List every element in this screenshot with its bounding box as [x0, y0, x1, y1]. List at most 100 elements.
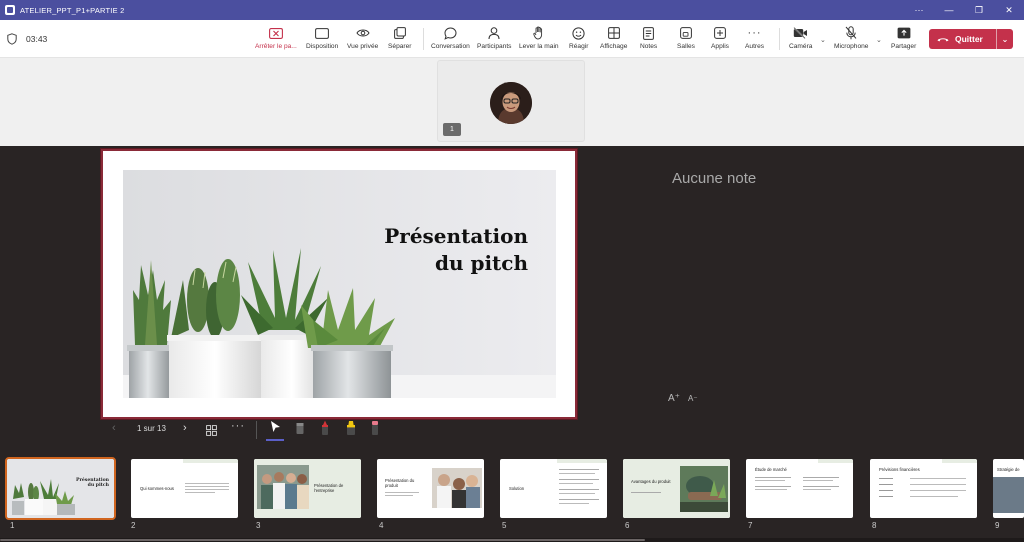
increase-font-button[interactable]: A⁺	[668, 393, 680, 404]
quit-meeting-button[interactable]: Quitter ⌄	[929, 29, 1013, 49]
camera-options-chevron-icon[interactable]: ⌄	[820, 36, 826, 44]
toolbar-separator	[256, 421, 257, 439]
thumbnail-number: 7	[748, 521, 753, 530]
team-photo-image	[257, 465, 309, 509]
laser-pointer-tool[interactable]	[270, 420, 281, 438]
window-close-button[interactable]: ✕	[994, 0, 1024, 20]
thumbnail-number: 8	[872, 521, 877, 530]
thumbnail-title: Solution	[509, 486, 525, 491]
separate-button[interactable]: Séparer	[388, 25, 411, 55]
red-pen-tool[interactable]	[320, 420, 330, 441]
rooms-icon	[680, 27, 692, 39]
slide-thumbnail-8[interactable]: Prévisions financières	[870, 459, 977, 518]
decrease-font-button[interactable]: A⁻	[688, 394, 698, 403]
window-restore-button[interactable]: ❐	[964, 0, 994, 20]
title-bar: ATELIER_PPT_P1+PARTIE 2 ··· — ❐ ✕	[0, 0, 1024, 20]
view-button[interactable]: Affichage	[600, 25, 627, 55]
pink-eraser-tool[interactable]	[370, 420, 380, 441]
slide-thumbnail-9[interactable]: Stratégie de	[993, 459, 1024, 518]
participant-count-badge: 1	[443, 123, 461, 136]
window-more-button[interactable]: ···	[904, 0, 934, 20]
meeting-timer: 03:43	[26, 34, 48, 44]
previous-slide-button[interactable]: ‹	[112, 422, 116, 434]
layout-button[interactable]: Disposition	[306, 25, 338, 55]
slide-thumbnail-6[interactable]: Avantages du produit	[623, 459, 730, 518]
thumbnail-title: Qui sommes-nous	[140, 486, 174, 491]
red-pen-icon	[322, 420, 328, 435]
chat-button[interactable]: Conversation	[431, 25, 470, 55]
window-minimize-button[interactable]: —	[934, 0, 964, 20]
thumbnail-title: Présentation de l'entreprise	[314, 483, 344, 493]
smiley-icon	[572, 26, 585, 40]
slide-thumbnail-4[interactable]: Présentation du produit	[377, 459, 484, 518]
stop-share-icon	[268, 27, 283, 39]
slide-counter: 1 sur 13	[137, 424, 166, 433]
notes-button[interactable]: Notes	[640, 25, 657, 55]
thumbnail-number: 4	[379, 521, 384, 530]
teams-logo-icon	[5, 5, 15, 15]
next-slide-button[interactable]: ›	[183, 422, 187, 434]
phone-hangup-icon	[937, 38, 949, 42]
stop-presenting-button[interactable]: Arrêter le pa...	[255, 25, 297, 55]
slide-more-options-button[interactable]: ···	[231, 420, 245, 432]
eraser-icon	[296, 423, 304, 434]
share-button[interactable]: Partager	[891, 25, 916, 55]
quit-label: Quitter	[955, 34, 983, 44]
slide-thumbnail-2[interactable]: Qui sommes-nous	[131, 459, 238, 518]
chat-icon	[444, 26, 457, 40]
plus-icon	[714, 27, 726, 39]
ellipsis-icon: ···	[747, 27, 762, 39]
meeting-toolbar: 03:43 Arrêter le pa... Disposition Vue p…	[0, 20, 1024, 58]
more-button[interactable]: ··· Autres	[745, 25, 764, 55]
thumbnail-title: Stratégie de	[997, 467, 1020, 472]
marker-icon	[372, 421, 378, 435]
private-view-button[interactable]: Vue privée	[347, 25, 378, 55]
thumbnail-title: Étude de marché	[755, 467, 787, 472]
mic-off-icon	[845, 26, 857, 40]
slides-grid-icon	[206, 425, 217, 436]
popout-icon	[393, 27, 406, 39]
share-icon	[897, 27, 911, 39]
microphone-options-chevron-icon[interactable]: ⌄	[876, 36, 882, 44]
cactus-pots-illustration	[123, 170, 556, 398]
rooms-button[interactable]: Salles	[677, 25, 695, 55]
thumbnail-scrollbar[interactable]	[0, 538, 1024, 542]
slide-thumbnail-3[interactable]: Présentation de l'entreprise	[254, 459, 361, 518]
scrollbar-thumb[interactable]	[0, 539, 645, 541]
speaker-notes: Aucune note	[672, 170, 757, 187]
apps-button[interactable]: Applis	[711, 25, 729, 55]
layout-icon	[315, 27, 330, 39]
active-tool-indicator	[266, 439, 284, 441]
current-slide[interactable]: Présentation du pitch	[100, 148, 578, 420]
thumbnail-title: Présentation du pitch	[75, 478, 109, 488]
window-title: ATELIER_PPT_P1+PARTIE 2	[20, 5, 125, 15]
react-button[interactable]: Réagir	[569, 25, 588, 55]
microphone-button[interactable]: Microphone	[834, 25, 868, 55]
slide-thumbnail-5[interactable]: Solution	[500, 459, 607, 518]
grid-icon	[607, 27, 620, 39]
thumbnail-number: 3	[256, 521, 261, 530]
toolbar-separator	[779, 28, 780, 50]
raise-hand-button[interactable]: Lever la main	[519, 25, 559, 55]
thumbnail-number: 5	[502, 521, 507, 530]
slide-title: Présentation du pitch	[384, 224, 528, 275]
person-icon	[488, 26, 500, 39]
slide-thumbnail-1[interactable]: Présentation du pitch	[5, 457, 116, 520]
thumbnail-image	[7, 459, 114, 518]
thumbnail-title: Avantages du produit	[631, 479, 671, 484]
participant-video-tile[interactable]: 1	[437, 60, 585, 142]
thumbnail-number: 9	[995, 521, 1000, 530]
quit-options-chevron-icon[interactable]: ⌄	[997, 35, 1013, 44]
participants-button[interactable]: Participants	[477, 25, 511, 55]
thumbnail-number: 1	[10, 521, 15, 530]
hand-icon	[533, 26, 542, 40]
participant-avatar	[490, 82, 532, 124]
slide-overview-button[interactable]	[206, 423, 217, 441]
slide-thumbnail-7[interactable]: Étude de marché	[746, 459, 853, 518]
eraser-tool[interactable]	[295, 420, 305, 440]
thumbnail-title: Prévisions financières	[879, 467, 920, 472]
camera-button[interactable]: Caméra	[789, 25, 812, 55]
highlighter-tool[interactable]	[345, 420, 357, 441]
product-photo-image	[432, 468, 482, 508]
gardening-photo-image	[680, 466, 728, 512]
